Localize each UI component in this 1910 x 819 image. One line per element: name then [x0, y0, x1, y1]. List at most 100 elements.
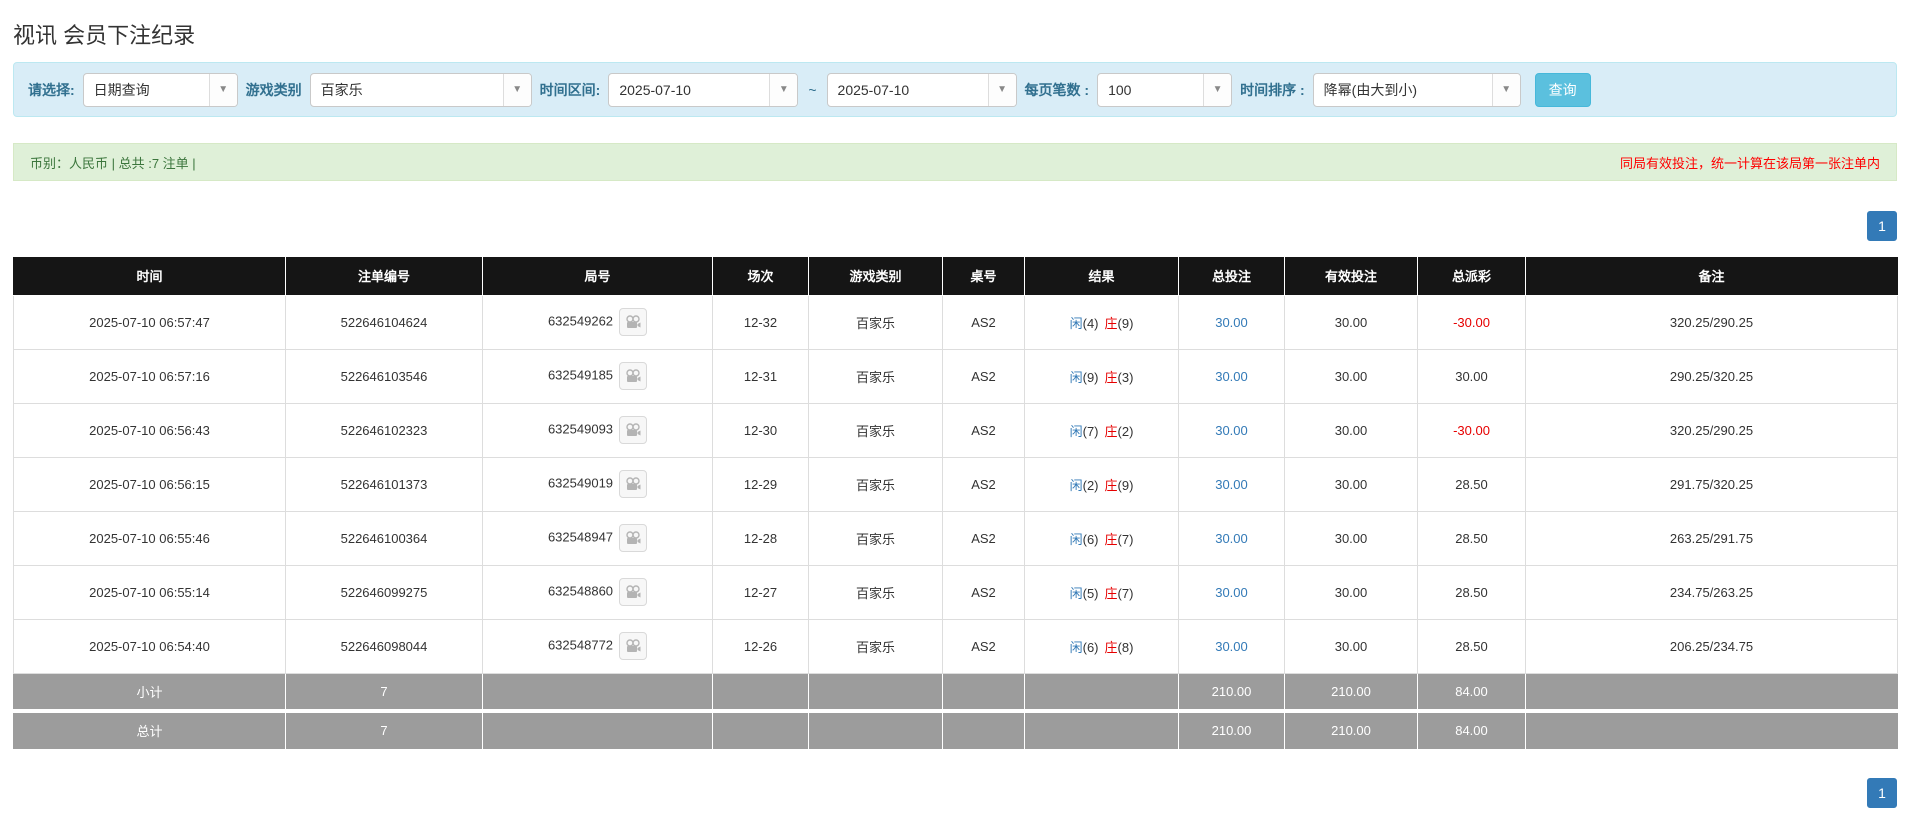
- cell-game: 百家乐: [809, 403, 943, 457]
- cell-session: 12-26: [713, 619, 809, 673]
- table-header-row: 时间 注单编号 局号 场次 游戏类别 桌号 结果 总投注 有效投注 总派彩 备注: [14, 257, 1898, 295]
- game-category-select[interactable]: 百家乐 ▼: [310, 73, 532, 107]
- cell-total-bet[interactable]: 30.00: [1179, 619, 1285, 673]
- cell-table-no: AS2: [943, 457, 1025, 511]
- cell-total-bet[interactable]: 30.00: [1179, 403, 1285, 457]
- caret-down-icon[interactable]: ▼: [769, 74, 797, 106]
- table-row: 2025-07-10 06:55:46 522646100364 6325489…: [14, 511, 1898, 565]
- subtotal-payout: 84.00: [1418, 673, 1526, 711]
- cell-round-id: 632549185: [483, 349, 713, 403]
- video-replay-icon[interactable]: [619, 470, 647, 498]
- cell-payout: -30.00: [1418, 295, 1526, 349]
- valid-bet-note: 同局有效投注，统一计算在该局第一张注单内: [1620, 153, 1880, 172]
- page-size-label: 每页笔数 :: [1025, 80, 1090, 100]
- col-header-result: 结果: [1025, 257, 1179, 295]
- result-player-score: (4): [1083, 316, 1099, 331]
- result-banker-score: (7): [1118, 532, 1134, 547]
- cell-round-id: 632549093: [483, 403, 713, 457]
- result-banker-score: (7): [1118, 586, 1134, 601]
- table-row: 2025-07-10 06:57:16 522646103546 6325491…: [14, 349, 1898, 403]
- cell-total-bet[interactable]: 30.00: [1179, 295, 1285, 349]
- video-replay-icon[interactable]: [619, 308, 647, 336]
- cell-table-no: AS2: [943, 511, 1025, 565]
- col-header-table-no: 桌号: [943, 257, 1025, 295]
- cell-bet-id: 522646102323: [286, 403, 483, 457]
- result-player-score: (9): [1083, 370, 1099, 385]
- cell-game: 百家乐: [809, 565, 943, 619]
- query-type-select[interactable]: 日期查询 ▼: [83, 73, 238, 107]
- cell-remark: 290.25/320.25: [1526, 349, 1898, 403]
- time-sort-value: 降幂(由大到小): [1314, 74, 1492, 106]
- video-replay-icon[interactable]: [619, 524, 647, 552]
- grand-total-count: 7: [286, 711, 483, 749]
- video-replay-icon[interactable]: [619, 632, 647, 660]
- cell-remark: 291.75/320.25: [1526, 457, 1898, 511]
- result-banker-score: (9): [1118, 316, 1134, 331]
- result-banker-label: 庄: [1105, 316, 1118, 331]
- subtotal-valid-bet: 210.00: [1285, 673, 1418, 711]
- result-player-label: 闲: [1070, 532, 1083, 547]
- round-id-value: 632549185: [548, 367, 613, 382]
- filter-bar: 请选择: 日期查询 ▼ 游戏类别 百家乐 ▼ 时间区间: 2025-07-10 …: [13, 62, 1897, 117]
- cell-remark: 320.25/290.25: [1526, 295, 1898, 349]
- cell-table-no: AS2: [943, 349, 1025, 403]
- video-replay-icon[interactable]: [619, 416, 647, 444]
- caret-down-icon[interactable]: ▼: [209, 74, 237, 106]
- result-banker-label: 庄: [1105, 370, 1118, 385]
- page-1-button[interactable]: 1: [1867, 211, 1897, 241]
- caret-down-icon[interactable]: ▼: [988, 74, 1016, 106]
- bet-records-table: 时间 注单编号 局号 场次 游戏类别 桌号 结果 总投注 有效投注 总派彩 备注…: [13, 257, 1898, 750]
- cell-total-bet[interactable]: 30.00: [1179, 511, 1285, 565]
- table-row: 2025-07-10 06:55:14 522646099275 6325488…: [14, 565, 1898, 619]
- cell-round-id: 632548860: [483, 565, 713, 619]
- date-to-select[interactable]: 2025-07-10 ▼: [827, 73, 1017, 107]
- cell-total-bet[interactable]: 30.00: [1179, 349, 1285, 403]
- cell-game: 百家乐: [809, 295, 943, 349]
- cell-payout: 28.50: [1418, 511, 1526, 565]
- search-button[interactable]: 查询: [1535, 73, 1591, 107]
- cell-total-bet[interactable]: 30.00: [1179, 457, 1285, 511]
- cell-session: 12-29: [713, 457, 809, 511]
- cell-game: 百家乐: [809, 457, 943, 511]
- page-size-select[interactable]: 100 ▼: [1097, 73, 1232, 107]
- round-id-value: 632549262: [548, 313, 613, 328]
- round-id-value: 632548947: [548, 529, 613, 544]
- cell-payout: 28.50: [1418, 565, 1526, 619]
- cell-bet-id: 522646104624: [286, 295, 483, 349]
- caret-down-icon[interactable]: ▼: [1203, 74, 1231, 106]
- page-container: 视讯 会员下注纪录 请选择: 日期查询 ▼ 游戏类别 百家乐 ▼ 时间区间: 2…: [0, 0, 1910, 808]
- cell-bet-id: 522646099275: [286, 565, 483, 619]
- time-range-label: 时间区间:: [540, 80, 601, 100]
- pagination-top: 1: [13, 211, 1897, 241]
- cell-remark: 206.25/234.75: [1526, 619, 1898, 673]
- cell-time: 2025-07-10 06:54:40: [14, 619, 286, 673]
- round-id-value: 632548772: [548, 637, 613, 652]
- cell-bet-id: 522646101373: [286, 457, 483, 511]
- caret-down-icon[interactable]: ▼: [503, 74, 531, 106]
- caret-down-icon[interactable]: ▼: [1492, 74, 1520, 106]
- page-title: 视讯 会员下注纪录: [13, 0, 1897, 50]
- result-banker-label: 庄: [1105, 424, 1118, 439]
- subtotal-count: 7: [286, 673, 483, 711]
- video-replay-icon[interactable]: [619, 578, 647, 606]
- grand-total-total-bet: 210.00: [1179, 711, 1285, 749]
- cell-valid-bet: 30.00: [1285, 403, 1418, 457]
- cell-payout: 28.50: [1418, 457, 1526, 511]
- cell-total-bet[interactable]: 30.00: [1179, 565, 1285, 619]
- col-header-total-bet: 总投注: [1179, 257, 1285, 295]
- date-from-select[interactable]: 2025-07-10 ▼: [608, 73, 798, 107]
- query-type-value: 日期查询: [84, 74, 209, 106]
- cell-session: 12-28: [713, 511, 809, 565]
- round-id-value: 632549019: [548, 475, 613, 490]
- cell-bet-id: 522646103546: [286, 349, 483, 403]
- subtotal-label: 小计: [14, 673, 286, 711]
- col-header-game: 游戏类别: [809, 257, 943, 295]
- cell-remark: 320.25/290.25: [1526, 403, 1898, 457]
- cell-time: 2025-07-10 06:57:16: [14, 349, 286, 403]
- page-1-button[interactable]: 1: [1867, 778, 1897, 808]
- result-banker-label: 庄: [1105, 532, 1118, 547]
- cell-game: 百家乐: [809, 349, 943, 403]
- video-replay-icon[interactable]: [619, 362, 647, 390]
- cell-round-id: 632549262: [483, 295, 713, 349]
- time-sort-select[interactable]: 降幂(由大到小) ▼: [1313, 73, 1521, 107]
